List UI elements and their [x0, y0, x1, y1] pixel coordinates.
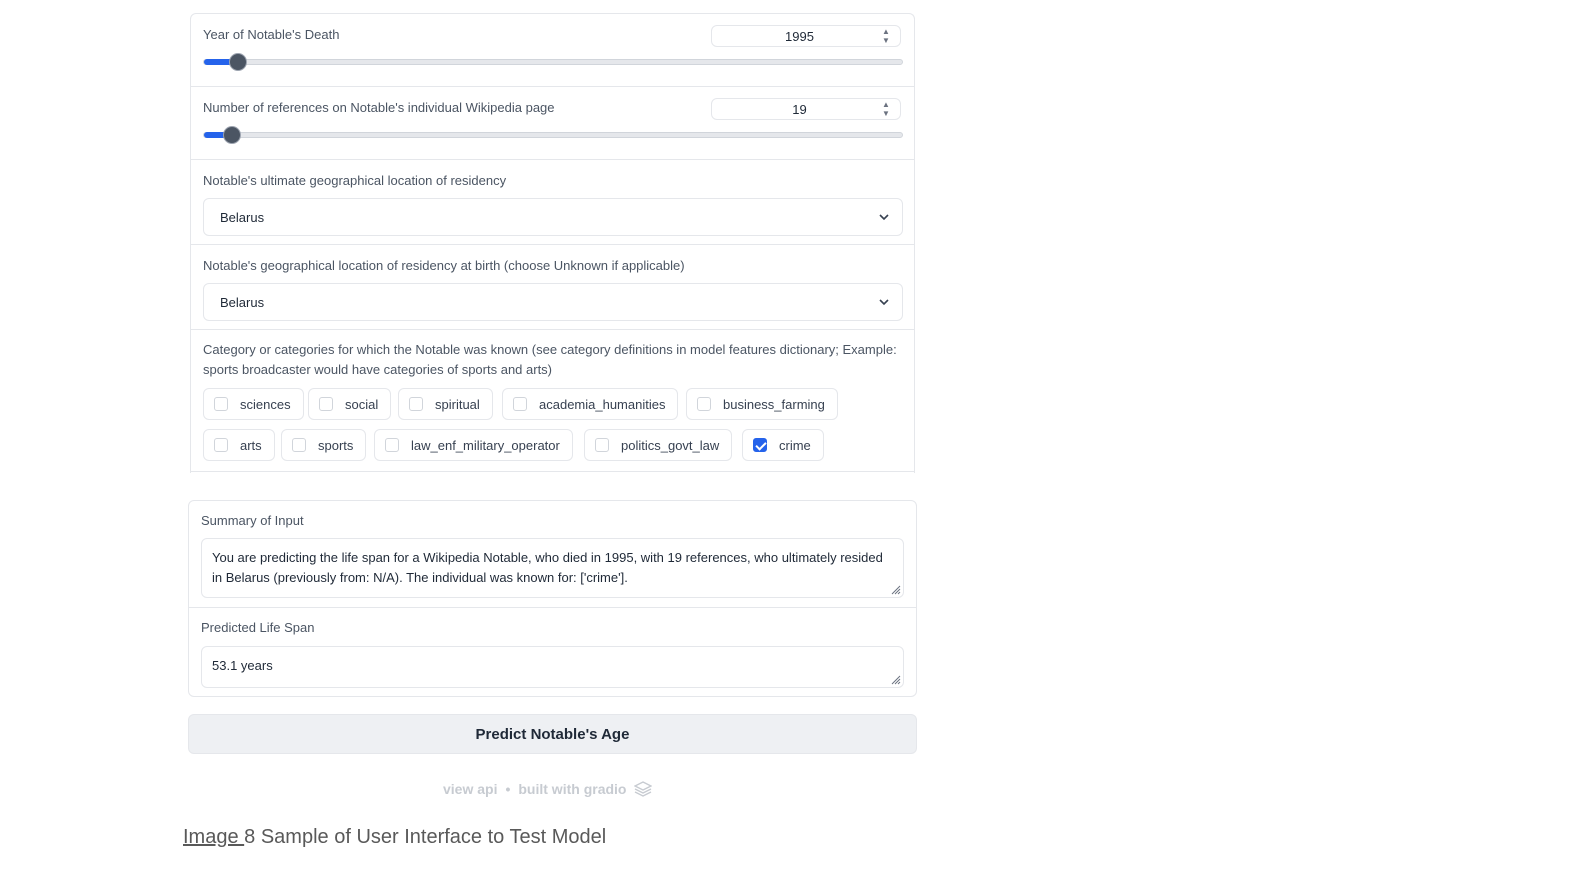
- year-death-slider[interactable]: [203, 53, 903, 71]
- slider-thumb[interactable]: [223, 126, 241, 144]
- category-option-law-enf-military-operator[interactable]: law_enf_military_operator: [374, 429, 573, 461]
- year-death-block: Year of Notable's Death 1995 ▲ ▼: [191, 14, 914, 87]
- checkbox[interactable]: [319, 397, 333, 411]
- ultimate-location-value: Belarus: [220, 210, 265, 225]
- birth-location-dropdown[interactable]: Belarus: [203, 283, 903, 321]
- chevron-down-icon: [879, 214, 889, 221]
- ultimate-location-dropdown[interactable]: Belarus: [203, 198, 903, 236]
- gradio-logo-icon: [634, 781, 653, 797]
- prediction-text: 53.1 years: [212, 658, 273, 673]
- checkbox[interactable]: [697, 397, 711, 411]
- resize-handle-icon[interactable]: [891, 585, 901, 595]
- checkbox[interactable]: [214, 438, 228, 452]
- caption-text: Sample of User Interface to Test Model: [255, 826, 607, 848]
- category-option-social[interactable]: social: [308, 388, 392, 420]
- input-panel: Year of Notable's Death 1995 ▲ ▼ Number o…: [190, 13, 915, 473]
- spinner-icon[interactable]: ▲ ▼: [882, 27, 890, 45]
- checkbox[interactable]: [214, 397, 228, 411]
- footer: view api • built with gradio: [443, 781, 653, 797]
- view-api-link[interactable]: view api: [443, 781, 497, 797]
- checkbox[interactable]: [409, 397, 423, 411]
- checkbox[interactable]: [595, 438, 609, 452]
- footer-separator: •: [505, 781, 511, 797]
- references-block: Number of references on Notable's indivi…: [191, 87, 914, 160]
- year-death-label: Year of Notable's Death: [203, 27, 340, 42]
- caption-number: 8: [244, 826, 256, 848]
- category-label: politics_govt_law: [621, 437, 720, 453]
- prediction-textarea[interactable]: 53.1 years: [201, 646, 904, 688]
- category-option-sports[interactable]: sports: [281, 429, 367, 461]
- ultimate-location-block: Notable's ultimate geographical location…: [191, 160, 914, 245]
- category-label: law_enf_military_operator: [411, 437, 560, 453]
- category-label: sciences: [240, 396, 291, 412]
- category-label: social: [345, 396, 379, 412]
- checkbox[interactable]: [292, 438, 306, 452]
- category-label: business_farming: [723, 396, 825, 412]
- checkbox-checked[interactable]: [753, 438, 767, 452]
- category-option-politics-govt-law[interactable]: politics_govt_law: [584, 429, 733, 461]
- birth-location-value: Belarus: [220, 295, 265, 310]
- categories-label: Category or categories for which the Not…: [203, 342, 897, 377]
- year-death-number-input[interactable]: 1995 ▲ ▼: [711, 25, 901, 47]
- category-label: arts: [240, 437, 262, 453]
- resize-handle-icon[interactable]: [891, 675, 901, 685]
- category-option-academia-humanities[interactable]: academia_humanities: [502, 388, 679, 420]
- category-label: sports: [318, 437, 354, 453]
- checkbox[interactable]: [385, 438, 399, 452]
- category-option-business-farming[interactable]: business_farming: [686, 388, 838, 420]
- category-label: academia_humanities: [539, 396, 666, 412]
- year-death-value: 1995: [785, 29, 814, 44]
- summary-text: You are predicting the life span for a W…: [212, 550, 883, 585]
- output-divider: [189, 607, 916, 608]
- category-option-crime[interactable]: crime: [742, 429, 824, 461]
- category-option-spiritual[interactable]: spiritual: [398, 388, 493, 420]
- spinner-icon[interactable]: ▲ ▼: [882, 100, 890, 118]
- birth-location-block: Notable's geographical location of resid…: [191, 245, 914, 330]
- predict-button[interactable]: Predict Notable's Age: [188, 714, 917, 754]
- chevron-down-icon: [879, 299, 889, 306]
- category-option-sciences[interactable]: sciences: [203, 388, 304, 420]
- figure-caption: Image 8 Sample of User Interface to Test…: [183, 826, 606, 849]
- birth-location-label: Notable's geographical location of resid…: [203, 258, 685, 273]
- checkbox[interactable]: [513, 397, 527, 411]
- references-value: 19: [792, 102, 807, 117]
- output-panel: Summary of Input You are predicting the …: [188, 500, 917, 697]
- references-label: Number of references on Notable's indivi…: [203, 100, 555, 115]
- categories-block: Category or categories for which the Not…: [191, 330, 914, 472]
- prediction-label: Predicted Life Span: [201, 620, 315, 635]
- references-slider[interactable]: [203, 126, 903, 144]
- references-number-input[interactable]: 19 ▲ ▼: [711, 98, 901, 120]
- summary-textarea[interactable]: You are predicting the life span for a W…: [201, 538, 904, 598]
- category-option-arts[interactable]: arts: [203, 429, 275, 461]
- built-with-gradio-link[interactable]: built with gradio: [518, 781, 626, 797]
- category-label: spiritual: [435, 396, 480, 412]
- caption-prefix: Image: [183, 826, 245, 848]
- summary-label: Summary of Input: [201, 513, 304, 528]
- category-label: crime: [779, 437, 811, 453]
- ultimate-location-label: Notable's ultimate geographical location…: [203, 173, 507, 188]
- slider-thumb[interactable]: [229, 53, 247, 71]
